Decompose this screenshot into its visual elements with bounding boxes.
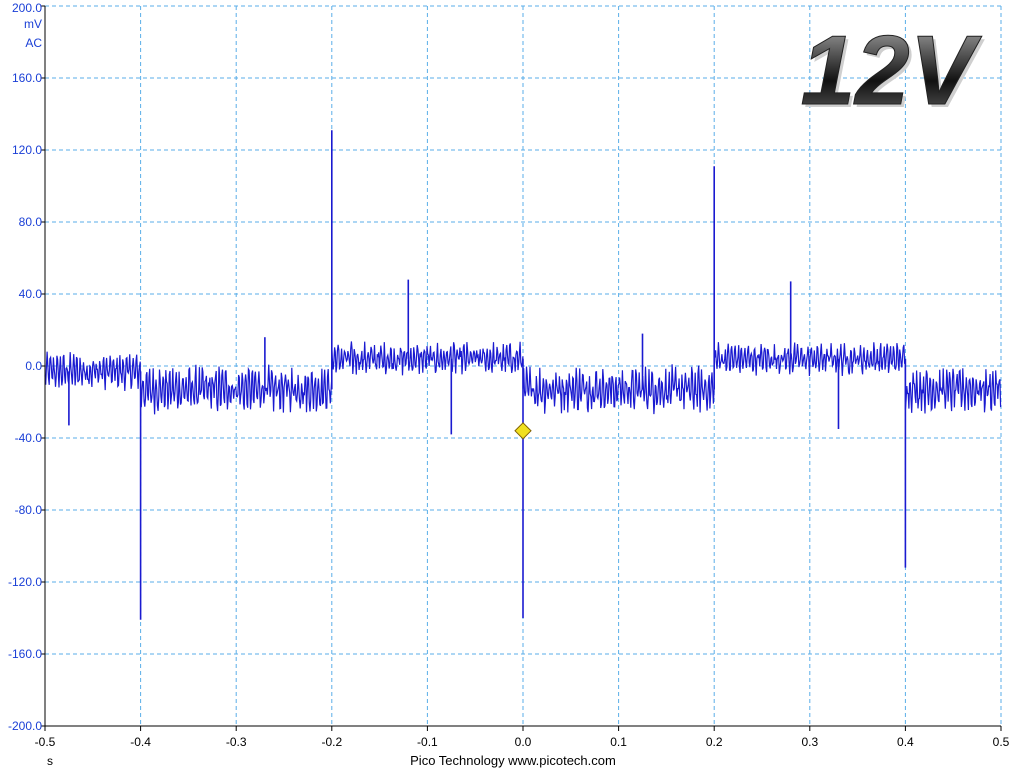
x-tick-label: -0.4 bbox=[130, 735, 151, 749]
voltage-title-main: 12V bbox=[801, 15, 983, 125]
oscilloscope-plot: 200.0 160.0 120.0 80.0 40.0 0.0 -40.0 -80.0 -120… bbox=[8, 1, 1010, 768]
y-tick-label: -160.0 bbox=[8, 647, 42, 661]
x-tick-label: 0.4 bbox=[897, 735, 914, 749]
x-tick-label: 0.5 bbox=[993, 735, 1010, 749]
y-tick-labels: 200.0 160.0 120.0 80.0 40.0 0.0 -40.0 -80.0 -120… bbox=[8, 1, 45, 733]
x-tick-labels: -0.5 -0.4 -0.3 -0.2 -0.1 0.0 0.1 0.2 0.3 0.4 0.5 bbox=[35, 726, 1010, 749]
x-tick-label: -0.1 bbox=[417, 735, 438, 749]
x-tick-label: 0.1 bbox=[610, 735, 627, 749]
y-tick-label: 120.0 bbox=[12, 143, 42, 157]
x-tick-label: 0.2 bbox=[706, 735, 723, 749]
y-tick-label: -120.0 bbox=[8, 575, 42, 589]
oscilloscope-window: 200.0 160.0 120.0 80.0 40.0 0.0 -40.0 -80.0 -120… bbox=[0, 0, 1024, 768]
trigger-marker-icon bbox=[514, 422, 532, 440]
x-unit-label: s bbox=[47, 754, 53, 768]
y-tick-label: 0.0 bbox=[25, 359, 42, 373]
x-tick-label: 0.0 bbox=[515, 735, 532, 749]
y-tick-label: -80.0 bbox=[15, 503, 43, 517]
y-tick-label: -40.0 bbox=[15, 431, 43, 445]
y-coupling-label: AC bbox=[25, 36, 42, 50]
footer-credit: Pico Technology www.picotech.com bbox=[410, 753, 616, 768]
y-tick-label: 80.0 bbox=[19, 215, 43, 229]
y-tick-label: 40.0 bbox=[19, 287, 43, 301]
y-tick-label: 200.0 bbox=[12, 1, 42, 15]
trigger-marker-layer bbox=[514, 422, 532, 440]
y-tick-label: -200.0 bbox=[8, 719, 42, 733]
x-tick-label: -0.2 bbox=[321, 735, 342, 749]
x-tick-label: -0.5 bbox=[35, 735, 56, 749]
y-unit-label: mV bbox=[24, 17, 42, 31]
x-tick-label: -0.3 bbox=[226, 735, 247, 749]
x-tick-label: 0.3 bbox=[801, 735, 818, 749]
y-tick-label: 160.0 bbox=[12, 71, 42, 85]
